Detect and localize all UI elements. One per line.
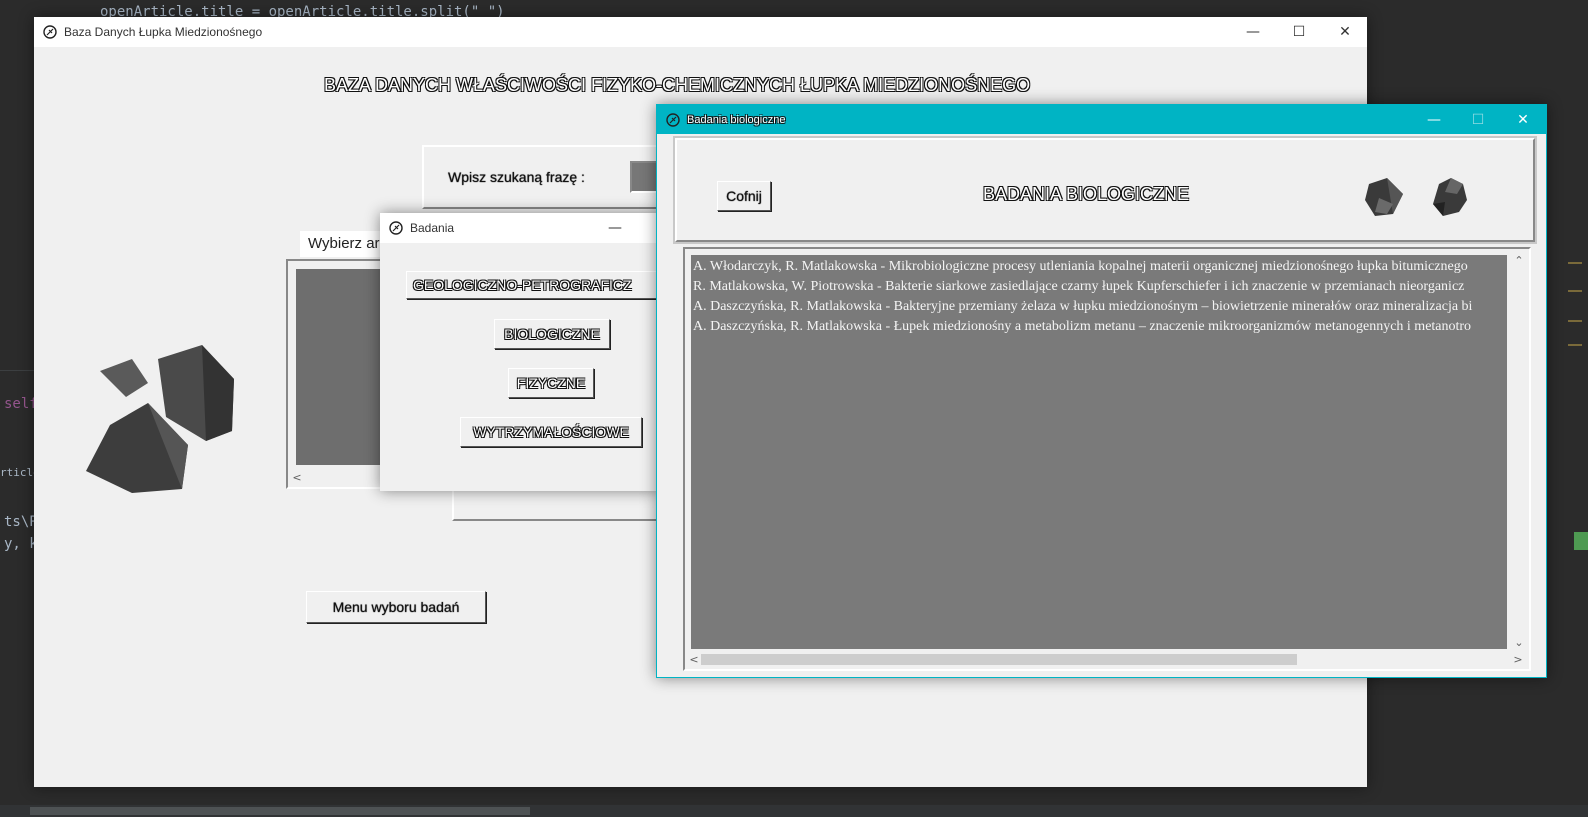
ide-status-indicator <box>1574 532 1588 550</box>
ide-scrollbar[interactable] <box>30 807 530 815</box>
scroll-left-icon[interactable]: < <box>290 469 304 485</box>
back-button[interactable]: Cofnij <box>717 181 771 211</box>
badania-window-title: Badania <box>410 221 455 235</box>
article-item[interactable]: R. Matlakowska, W. Piotrowska - Bakterie… <box>691 277 1507 297</box>
scrollbar-thumb[interactable] <box>701 654 1297 665</box>
article-dropdown[interactable]: Wybierz ar <box>300 231 390 257</box>
search-label: Wpisz szukaną frazę : <box>448 169 585 185</box>
rock-logo-icon <box>86 345 234 493</box>
ide-divider <box>0 370 34 371</box>
ide-marker <box>1568 290 1582 292</box>
scroll-right-icon[interactable]: > <box>1511 651 1525 667</box>
ide-code-path: ts\P <box>4 514 38 530</box>
research-menu-button[interactable]: Menu wyboru badań <box>306 591 486 623</box>
minimize-button[interactable]: — <box>1230 17 1276 47</box>
maximize-button[interactable]: ☐ <box>1455 105 1501 135</box>
main-heading: BAZA DANYCH WŁAŚCIWOŚCI FIZYKO-CHEMICZNY… <box>324 75 1031 95</box>
rock-icon <box>1365 178 1403 216</box>
app-feather-icon <box>388 220 404 236</box>
vertical-scrollbar[interactable]: ⌃ ⌄ <box>1511 253 1527 649</box>
biology-button[interactable]: BIOLOGICZNE <box>494 319 610 349</box>
ide-marker <box>1568 344 1582 346</box>
ide-code-args: y, k <box>4 536 38 552</box>
scroll-down-icon[interactable]: ⌄ <box>1511 635 1527 649</box>
article-item[interactable]: A. Daszczyńska, R. Matlakowska - Łupek m… <box>691 317 1507 337</box>
minimize-button[interactable]: — <box>1411 105 1457 135</box>
scroll-left-icon[interactable]: < <box>687 651 701 667</box>
article-item[interactable]: A. Włodarczyk, R. Matlakowska - Mikrobio… <box>691 257 1507 277</box>
strength-button[interactable]: WYTRZYMAŁOŚCIOWE <box>460 417 642 447</box>
articles-listbox-frame: A. Włodarczyk, R. Matlakowska - Mikrobio… <box>683 247 1531 671</box>
ide-marker <box>1568 320 1582 322</box>
articles-listbox[interactable]: A. Włodarczyk, R. Matlakowska - Mikrobio… <box>691 255 1507 649</box>
horizontal-scrollbar[interactable]: < > <box>687 651 1525 667</box>
close-button[interactable]: ✕ <box>1500 105 1546 135</box>
badania-titlebar[interactable]: Badania — <box>380 213 660 243</box>
bio-window: Badania biologiczne — ☐ ✕ Cofnij BADANIA… <box>656 104 1547 678</box>
bio-header-frame: Cofnij BADANIA BIOLOGICZNE <box>675 138 1535 242</box>
close-button[interactable]: ✕ <box>1322 17 1368 47</box>
scroll-up-icon[interactable]: ⌃ <box>1511 253 1527 267</box>
article-item[interactable]: A. Daszczyńska, R. Matlakowska - Baktery… <box>691 297 1507 317</box>
ide-bottom-bar <box>0 805 1588 817</box>
ide-marker <box>1568 262 1582 264</box>
bio-heading: BADANIA BIOLOGICZNE <box>983 184 1190 204</box>
rock-icon <box>1433 178 1467 216</box>
ide-code-self: self <box>4 396 38 412</box>
maximize-button[interactable]: ☐ <box>1276 17 1322 47</box>
hidden-panel-frame <box>452 487 672 521</box>
minimize-button[interactable]: — <box>592 213 638 243</box>
geology-button[interactable]: GEOLOGICZNO-PETROGRAFICZ <box>406 271 666 299</box>
main-titlebar[interactable]: Baza Danych Łupka Miedzionośnego — ☐ ✕ <box>34 17 1367 47</box>
bio-titlebar[interactable]: Badania biologiczne — ☐ ✕ <box>657 105 1546 134</box>
bio-window-title: Badania biologiczne <box>687 113 786 126</box>
app-feather-icon <box>665 112 681 128</box>
app-feather-icon <box>42 24 58 40</box>
physics-button[interactable]: FIZYCZNE <box>508 368 594 398</box>
main-window-title: Baza Danych Łupka Miedzionośnego <box>64 25 263 39</box>
search-frame: Wpisz szukaną frazę : <box>422 145 672 209</box>
badania-window: Badania — GEOLOGICZNO-PETROGRAFICZ BIOLO… <box>380 213 666 491</box>
